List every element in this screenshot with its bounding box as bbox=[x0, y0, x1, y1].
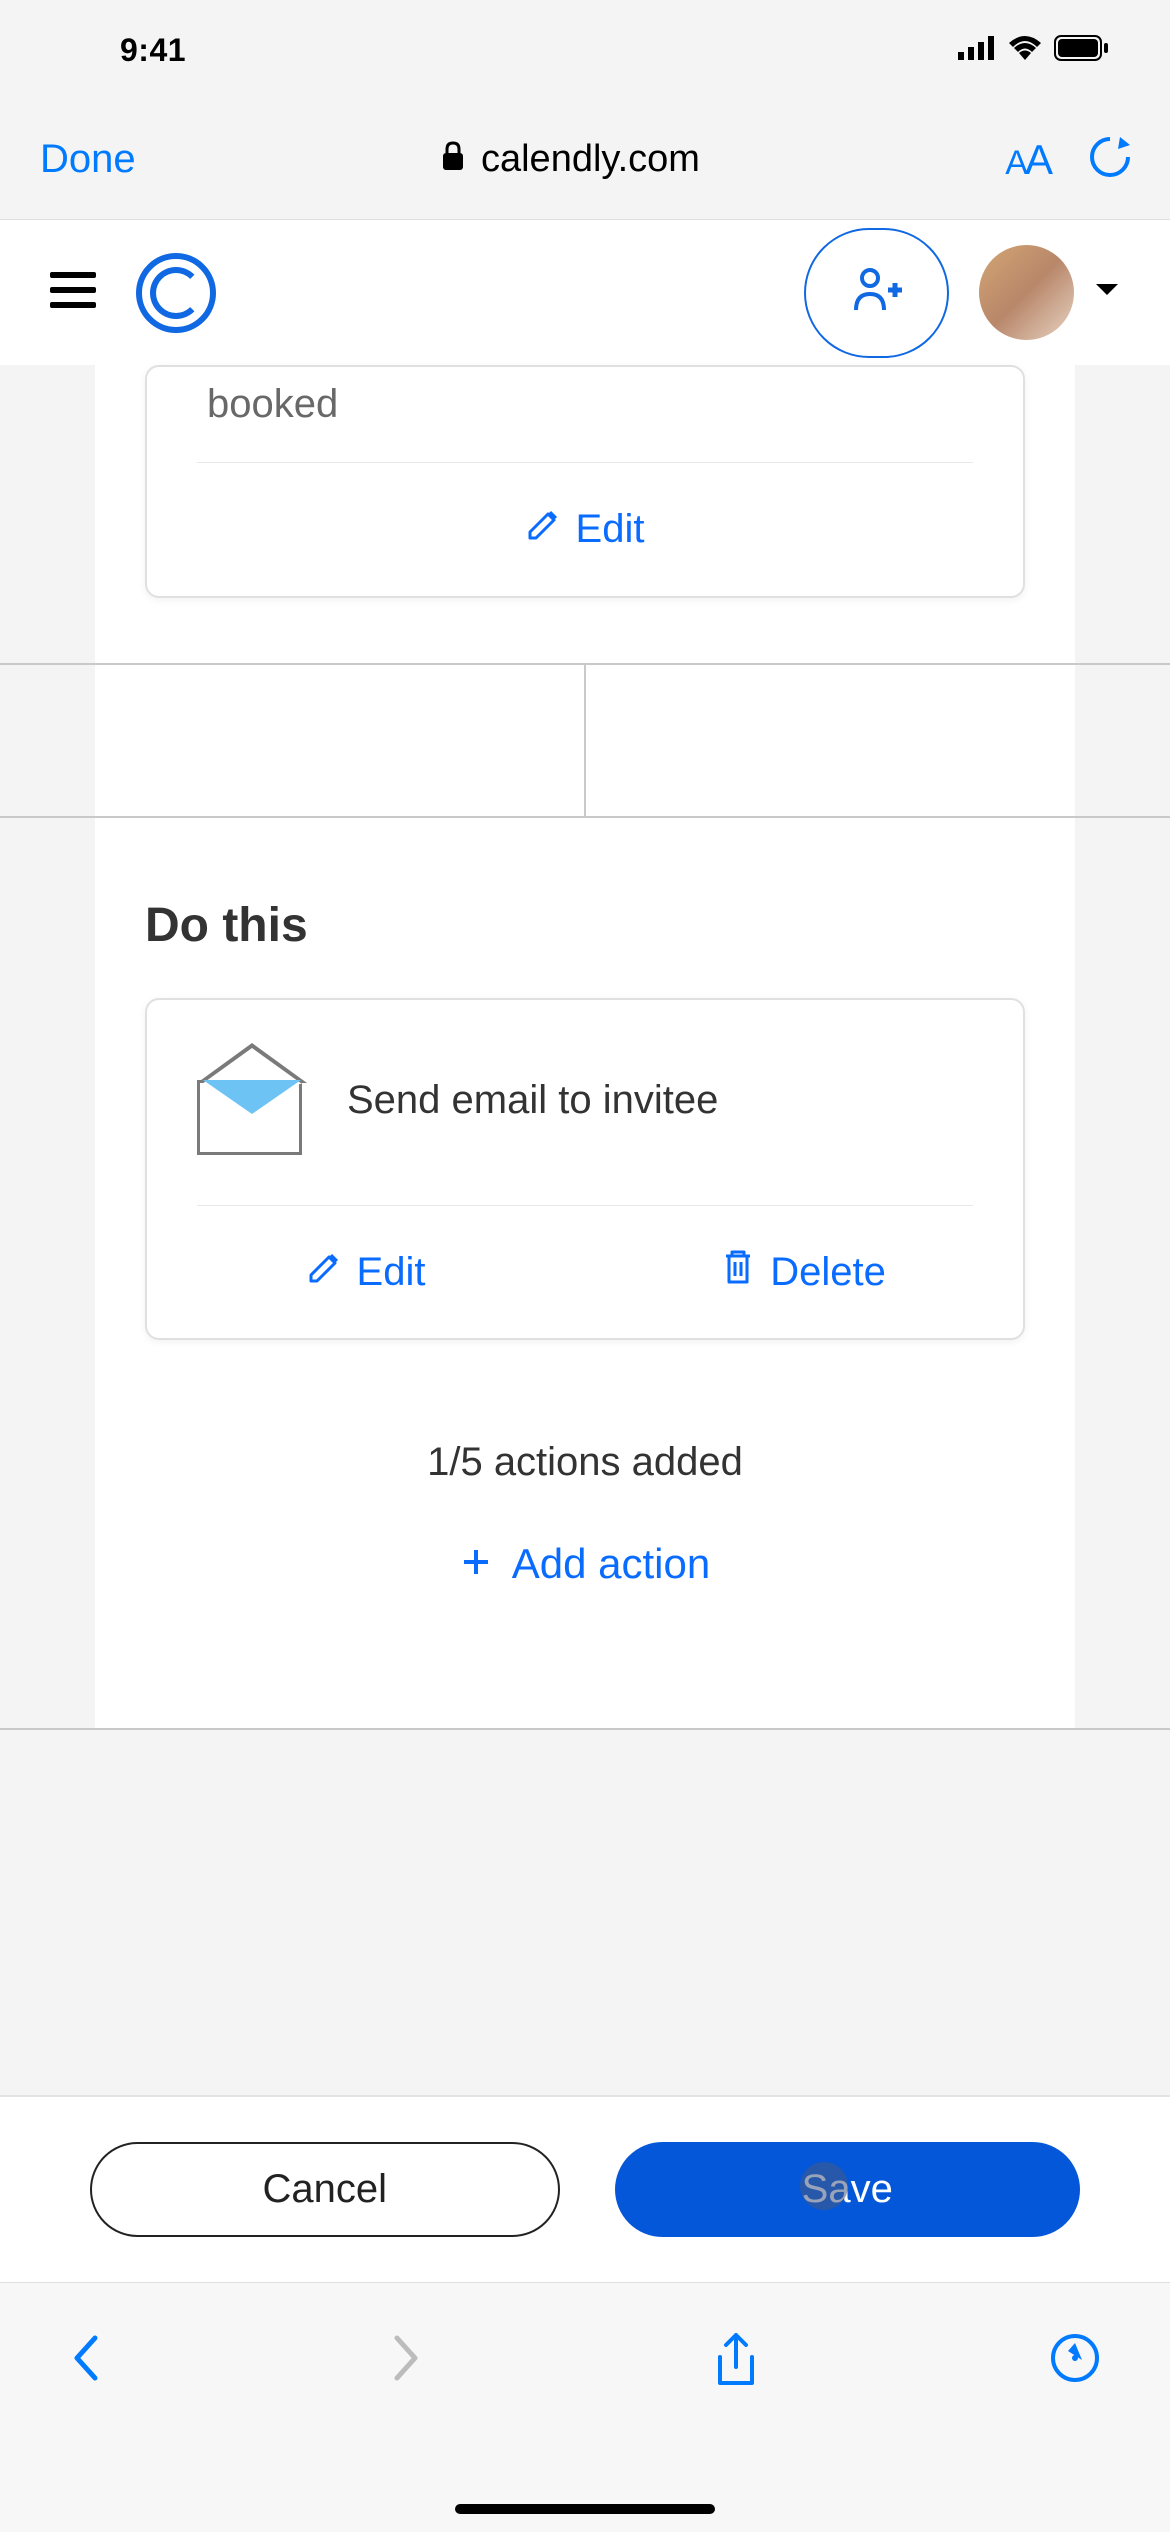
add-action-label: Add action bbox=[512, 1540, 710, 1588]
footer-buttons: Cancel Save bbox=[0, 2095, 1170, 2282]
share-button[interactable] bbox=[714, 2333, 758, 2394]
do-this-heading: Do this bbox=[145, 898, 1025, 953]
browser-toolbar bbox=[0, 2282, 1170, 2532]
home-indicator bbox=[455, 2504, 715, 2514]
edit-label: Edit bbox=[357, 1250, 426, 1295]
workflow-connector bbox=[0, 663, 1170, 818]
url-display[interactable]: calendly.com bbox=[136, 138, 1006, 181]
status-time: 9:41 bbox=[120, 32, 186, 69]
trigger-edit-button[interactable]: Edit bbox=[147, 463, 1023, 596]
status-indicators bbox=[958, 35, 1110, 66]
person-add-icon bbox=[852, 268, 902, 317]
plus-icon bbox=[460, 1540, 492, 1588]
action-title: Send email to invitee bbox=[347, 1078, 718, 1123]
pencil-icon bbox=[307, 1250, 341, 1295]
calendly-logo[interactable] bbox=[136, 253, 216, 333]
refresh-button[interactable] bbox=[1090, 135, 1130, 184]
status-bar: 9:41 bbox=[0, 0, 1170, 100]
forward-button[interactable] bbox=[392, 2333, 422, 2388]
invite-user-button[interactable] bbox=[804, 228, 949, 358]
trash-icon bbox=[722, 1248, 754, 1296]
pencil-icon bbox=[526, 507, 560, 552]
add-action-button[interactable]: Add action bbox=[145, 1540, 1025, 1688]
action-card: Send email to invitee Edit Delete bbox=[145, 998, 1025, 1340]
trigger-card: booked Edit bbox=[145, 365, 1025, 598]
actions-count: 1/5 actions added bbox=[145, 1440, 1025, 1485]
tabs-button[interactable] bbox=[1050, 2333, 1100, 2388]
cellular-icon bbox=[958, 36, 996, 65]
touch-indicator bbox=[800, 2162, 848, 2210]
email-icon bbox=[197, 1045, 302, 1155]
save-button[interactable]: Save bbox=[615, 2142, 1081, 2237]
action-edit-button[interactable]: Edit bbox=[147, 1248, 585, 1296]
app-header bbox=[0, 220, 1170, 365]
battery-icon bbox=[1054, 35, 1110, 66]
lock-icon bbox=[441, 138, 465, 181]
edit-label: Edit bbox=[576, 507, 645, 552]
url-text: calendly.com bbox=[481, 138, 700, 181]
trigger-description-partial: booked bbox=[147, 367, 1023, 462]
user-avatar[interactable] bbox=[979, 245, 1074, 340]
cancel-button[interactable]: Cancel bbox=[90, 2142, 560, 2237]
back-button[interactable] bbox=[70, 2333, 100, 2388]
chevron-down-icon[interactable] bbox=[1094, 282, 1120, 303]
action-delete-button[interactable]: Delete bbox=[585, 1248, 1023, 1296]
delete-label: Delete bbox=[770, 1250, 886, 1295]
do-this-section: Do this Send email to invitee Edit bbox=[95, 818, 1075, 1728]
wifi-icon bbox=[1008, 36, 1042, 65]
workflow-content: booked Edit Do this Send email to invite… bbox=[95, 365, 1075, 1730]
done-button[interactable]: Done bbox=[40, 137, 136, 182]
browser-url-bar: Done calendly.com AA bbox=[0, 100, 1170, 220]
text-size-button[interactable]: AA bbox=[1005, 136, 1050, 184]
menu-button[interactable] bbox=[50, 272, 96, 313]
